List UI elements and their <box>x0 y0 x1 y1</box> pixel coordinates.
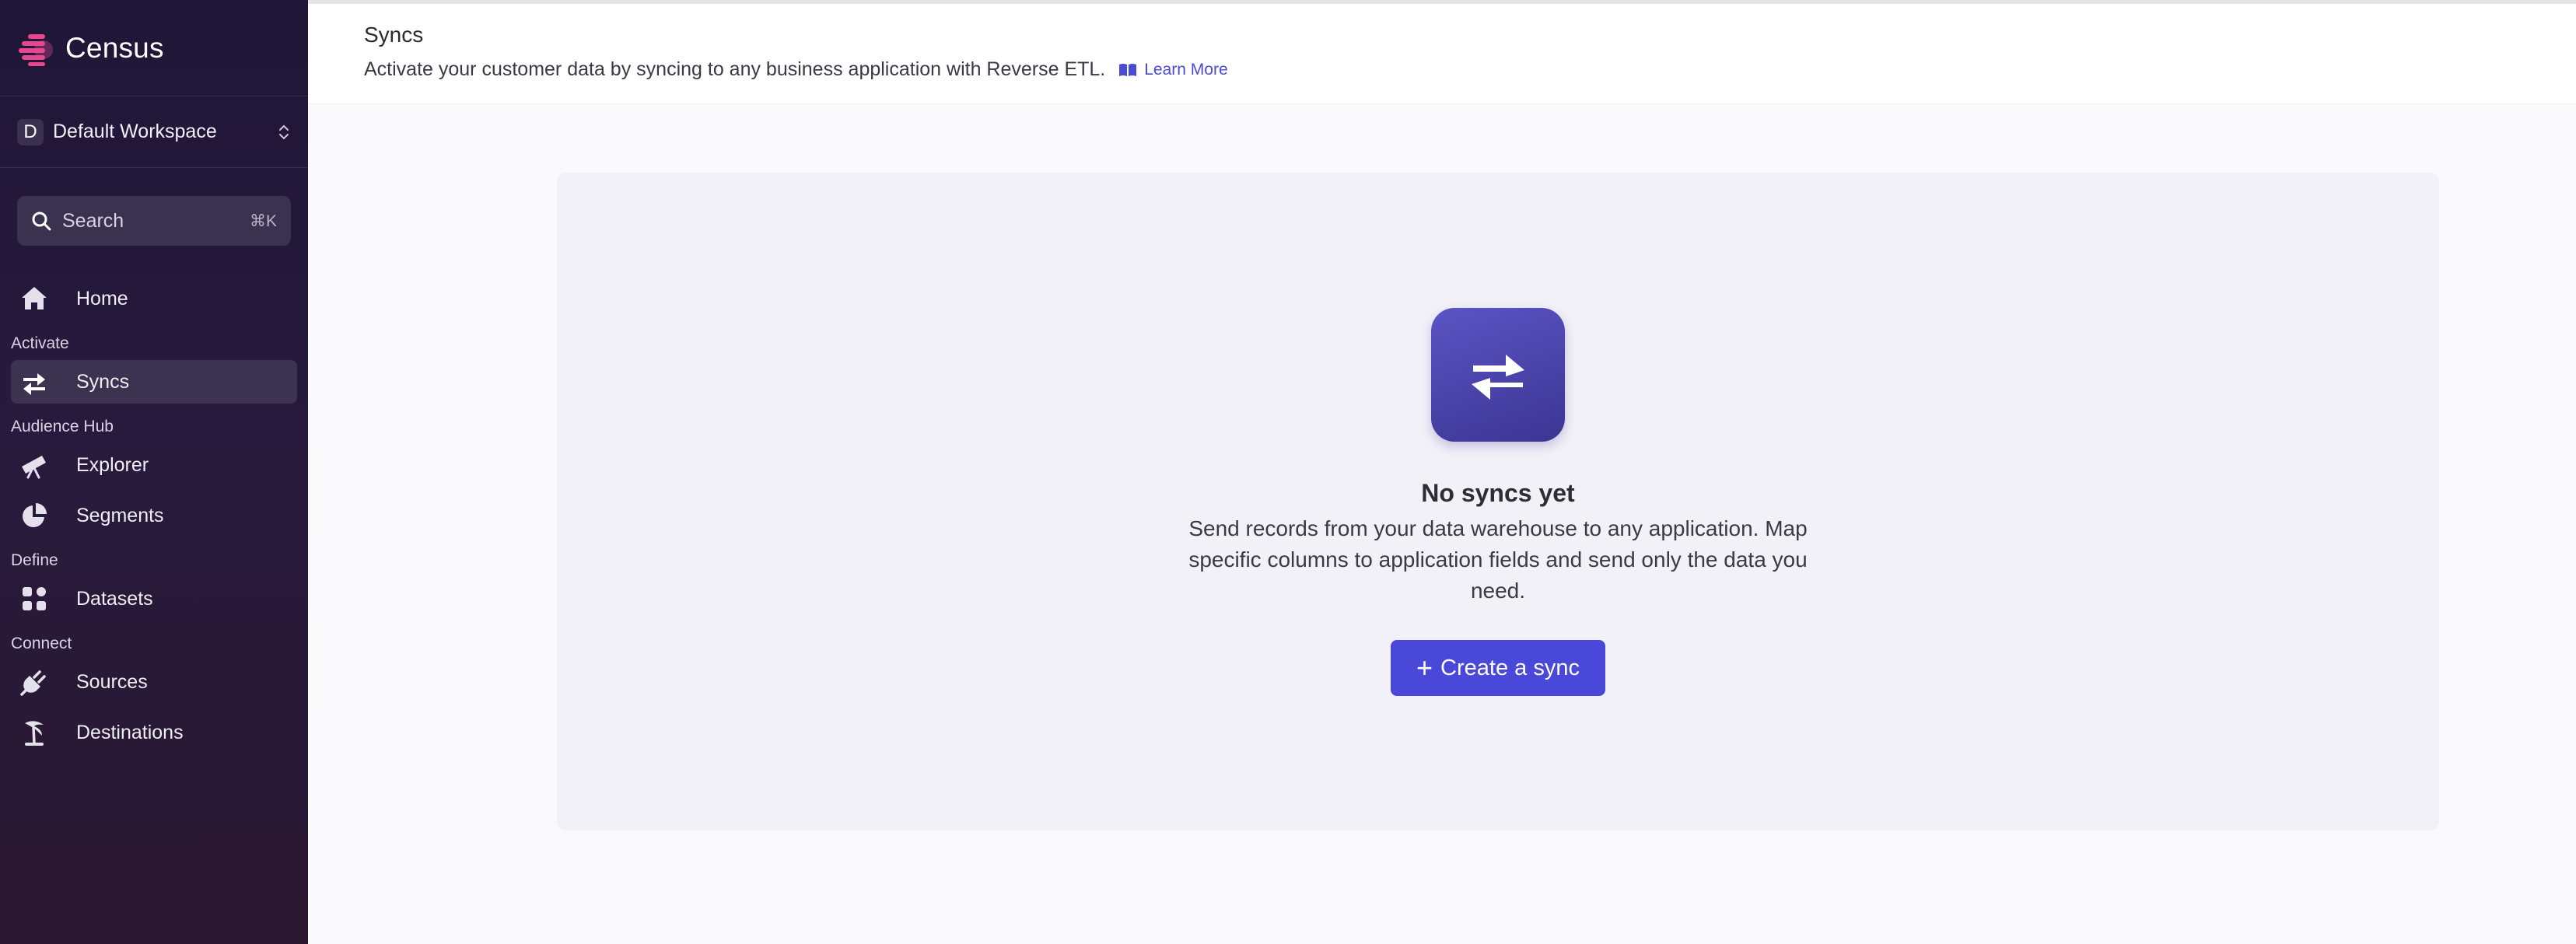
page-title: Syncs <box>364 23 424 47</box>
sidebar-item-destinations[interactable]: Destinations <box>11 711 297 754</box>
nav-section-activate: Activate <box>11 334 69 352</box>
learn-more-label: Learn More <box>1144 60 1228 79</box>
page-subtitle: Activate your customer data by syncing t… <box>364 58 2576 81</box>
brand-name: Census <box>65 31 164 64</box>
sidebar-item-label: Explorer <box>76 453 149 476</box>
nav-section-connect: Connect <box>11 635 72 652</box>
page-header: Syncs Activate your customer data by syn… <box>308 0 2576 104</box>
workspace-badge: D <box>17 118 44 145</box>
sidebar-item-label: Segments <box>76 504 164 526</box>
plug-icon <box>19 666 50 698</box>
sidebar-item-label: Destinations <box>76 721 184 743</box>
sidebar-item-syncs[interactable]: Syncs <box>11 360 297 404</box>
sidebar-item-label: Home <box>76 287 128 309</box>
telescope-icon <box>19 449 50 481</box>
sidebar-item-label: Datasets <box>76 587 153 610</box>
brand[interactable]: Census <box>0 0 308 96</box>
grid-icon <box>19 583 50 614</box>
sidebar-item-datasets[interactable]: Datasets <box>11 577 297 621</box>
empty-state: No syncs yet Send records from your data… <box>557 173 2439 830</box>
syncs-empty-icon <box>1431 308 1565 442</box>
main-content: Syncs Activate your customer data by syn… <box>308 0 2576 944</box>
create-sync-label: Create a sync <box>1440 655 1580 680</box>
nav-section-audience-hub: Audience Hub <box>11 418 114 435</box>
sidebar-item-explorer[interactable]: Explorer <box>11 443 297 487</box>
search-placeholder: Search <box>62 209 124 232</box>
sidebar-nav: Home Activate Syncs Audience Hub Explore… <box>0 277 308 754</box>
empty-state-description: Send records from your data warehouse to… <box>1188 516 1808 603</box>
palm-tree-icon <box>19 717 50 748</box>
page-subtitle-text: Activate your customer data by syncing t… <box>364 58 1106 80</box>
sidebar-item-segments[interactable]: Segments <box>11 494 297 537</box>
census-logo-icon <box>19 33 53 66</box>
create-sync-button[interactable]: + Create a sync <box>1391 640 1605 696</box>
sidebar-item-label: Sources <box>76 670 148 693</box>
empty-state-title: No syncs yet <box>1421 479 1575 507</box>
home-icon <box>19 283 50 314</box>
sidebar-item-home[interactable]: Home <box>11 277 297 320</box>
search-input[interactable]: Search ⌘K <box>17 196 291 246</box>
nav-section-define: Define <box>11 551 58 569</box>
sidebar-item-label: Syncs <box>76 370 130 393</box>
syncs-icon <box>19 366 50 397</box>
pie-chart-icon <box>19 500 50 531</box>
app-root: Census D Default Workspace Search ⌘K Hom… <box>0 0 2576 944</box>
chevron-up-down-icon <box>279 124 289 139</box>
learn-more-link[interactable]: Learn More <box>1118 60 1228 79</box>
search-icon <box>32 212 51 231</box>
sidebar-item-sources[interactable]: Sources <box>11 660 297 704</box>
sidebar: Census D Default Workspace Search ⌘K Hom… <box>0 0 308 944</box>
plus-icon: + <box>1416 652 1433 684</box>
book-icon <box>1119 63 1137 76</box>
search-shortcut: ⌘K <box>249 212 277 230</box>
workspace-switcher[interactable]: D Default Workspace <box>0 96 308 168</box>
workspace-name: Default Workspace <box>53 121 217 142</box>
